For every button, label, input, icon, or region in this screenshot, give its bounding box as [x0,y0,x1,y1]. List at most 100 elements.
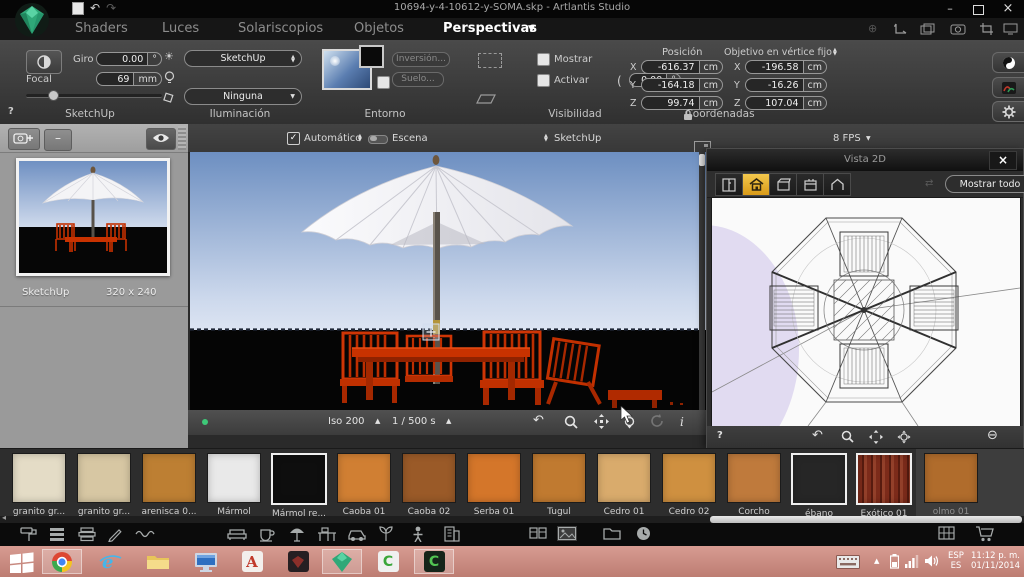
vista-2d-help-icon[interactable]: ? [717,430,723,441]
layers-icon[interactable] [920,23,936,35]
taskbar-chrome[interactable] [42,549,82,574]
clock-icon[interactable] [636,526,651,541]
cart-icon[interactable] [975,526,995,542]
taskbar-explorer[interactable] [138,549,178,574]
obj-x-field[interactable]: -196.58cm [745,60,827,74]
paint-roller-icon[interactable] [20,526,38,542]
taskbar-autocad[interactable]: A [232,549,272,574]
taskbar-artlantis[interactable] [322,549,362,574]
cup-icon[interactable] [258,526,276,542]
taskbar-display-app[interactable] [186,549,226,574]
shelf-scrollbar[interactable]: ◂ [0,516,1024,523]
camera-spinner-icon[interactable]: ▲▼ [544,134,548,142]
material-tile[interactable]: Mármol [203,453,265,517]
maximize-button[interactable] [966,1,990,17]
minimize-button[interactable]: – [938,1,962,17]
lights-select[interactable]: Ninguna▼ [184,88,302,105]
material-tile[interactable]: olmo 01 [920,453,982,517]
taskbar-artlantis-dark[interactable] [278,549,318,574]
start-button[interactable] [2,549,42,574]
windows-pair-icon[interactable] [529,526,547,540]
render-material-button[interactable] [992,77,1024,98]
giro-field[interactable]: 0.00° [96,52,162,66]
render-settings-button[interactable] [992,101,1024,122]
ground-preview-thumbnail[interactable] [359,45,384,68]
building-icon[interactable] [443,526,461,542]
network-signal-icon[interactable] [905,554,919,568]
material-tile[interactable]: granito gr... [8,453,70,517]
pos-x-field[interactable]: -616.37cm [641,60,723,74]
image-icon[interactable] [557,526,577,541]
vista-2d-close-button[interactable]: × [989,151,1017,170]
material-tile[interactable]: Serba 01 [463,453,525,517]
pen-icon[interactable] [107,526,123,542]
plan-view-button[interactable] [742,173,770,196]
focal-slider-knob[interactable] [48,90,59,101]
add-viewpoint-button[interactable] [8,128,40,150]
escena-toggle[interactable] [368,135,388,144]
display-icon[interactable] [1003,23,1018,35]
crop-icon[interactable] [980,23,994,35]
material-tile[interactable]: Mármol re... [268,453,330,519]
iso-spinner-icon[interactable]: ▲ [375,417,380,425]
vista-2d-fit-icon[interactable]: ⊖ [987,428,998,443]
taskbar-internet-explorer[interactable]: e [90,549,130,574]
taskbar-camtasia[interactable]: C [368,549,408,574]
water-icon[interactable] [135,526,157,542]
fps-caret-icon[interactable]: ▼ [866,135,871,142]
material-tile[interactable]: Tugul [528,453,590,517]
suelo-button[interactable]: Suelo... [392,72,444,87]
vista-2d-zoom-icon[interactable] [841,430,854,443]
remove-viewpoint-button[interactable]: – [44,129,72,151]
clock[interactable]: 11:12 p. m.01/11/2014 [968,551,1020,571]
person-icon[interactable] [412,526,424,542]
car-icon[interactable] [347,526,367,542]
automatico-checkbox[interactable]: ✓ [287,132,300,145]
shaders-layers-icon[interactable] [48,526,66,542]
pos-y-field[interactable]: -164.18cm [641,78,723,92]
viewport-canvas[interactable] [190,152,706,410]
material-tile[interactable]: arenisca 0... [138,453,200,517]
plant-icon[interactable] [378,526,394,542]
material-tile[interactable]: ébano [788,453,850,519]
menu-perspectivas[interactable]: Perspectivas [443,21,537,36]
camera-icon[interactable] [950,23,966,35]
focal-field[interactable]: 69mm [96,72,162,86]
material-tile[interactable]: Caoba 02 [398,453,460,517]
focal-slider[interactable] [26,94,162,98]
shelf-scroll-thumb[interactable] [710,516,1022,523]
folder-tab-icon[interactable] [603,526,621,540]
vista-2d-orbit-icon[interactable] [897,430,911,444]
camera-lens-button[interactable] [26,50,62,74]
viewpoint-thumbnail[interactable] [16,158,170,276]
vista-2d-titlebar[interactable]: Vista 2D [707,149,1023,171]
obj-y-field[interactable]: -16.26cm [745,78,827,92]
tray-expand-icon[interactable]: ▲ [874,557,879,565]
viewport-scrollbar[interactable] [699,152,705,410]
iso-value[interactable]: Iso 200 [328,416,365,427]
material-tile[interactable]: Caoba 01 [333,453,395,517]
pan-icon[interactable] [594,414,609,429]
close-button[interactable]: × [996,1,1020,17]
vista-2d-undo-icon[interactable]: ↶ [812,428,823,443]
vista-2d-canvas[interactable] [711,197,1021,428]
material-tile[interactable]: Cedro 01 [593,453,655,517]
shutter-value[interactable]: 1 / 500 s [392,416,436,427]
touch-keyboard-icon[interactable] [836,555,860,569]
target-icon[interactable]: ⊕ [868,22,877,35]
bricks-icon[interactable] [77,526,97,542]
panel-grip[interactable] [178,126,186,150]
parasol-icon[interactable] [288,526,306,542]
material-tile[interactable]: granito gr... [73,453,135,517]
volume-icon[interactable] [925,554,939,568]
zoom-icon[interactable] [564,415,578,429]
material-tile[interactable]: Exótico 01 [853,453,915,519]
escena-spinner-icon[interactable]: ▲▼ [358,134,362,142]
sofa-icon[interactable] [227,526,247,542]
language-indicator[interactable]: ESPES [948,551,964,571]
material-tile[interactable]: Cedro 02 [658,453,720,517]
shutter-spinner-icon[interactable]: ▲ [446,417,451,425]
battery-icon[interactable] [890,554,899,569]
scroll-left-icon[interactable]: ◂ [2,513,6,522]
menu-objetos[interactable]: Objetos [354,21,404,36]
